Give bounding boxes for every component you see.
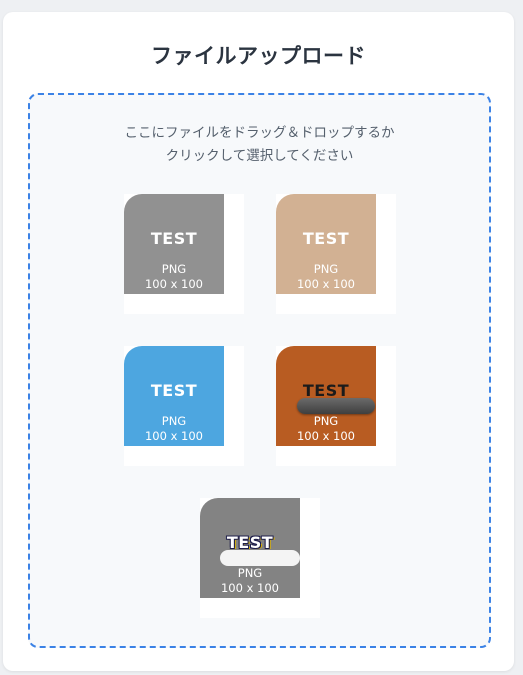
thumbnail-size: 100 x 100 [144,277,204,291]
overlay-pill [297,398,375,414]
thumbnail-size: 100 x 100 [296,429,356,443]
thumbnail-label: TEST [150,381,198,400]
thumbnail-image: TEST PNG 100 x 100 [124,194,224,294]
dropzone-instructions: ここにファイルをドラッグ＆ドロップするか クリックして選択してください [30,122,489,168]
file-thumbnail-3[interactable]: TEST PNG 100 x 100 [124,346,244,466]
thumbnail-format: PNG [313,262,339,276]
thumbnail-image: TEST PNG 100 x 100 [200,498,300,598]
file-thumbnail-2[interactable]: TEST PNG 100 x 100 [276,194,396,314]
file-thumbnail-5[interactable]: TEST PNG 100 x 100 [200,498,320,618]
file-thumbnail-4[interactable]: TEST PNG 100 x 100 [276,346,396,466]
thumbnail-image: TEST PNG 100 x 100 [276,194,376,294]
page-title: ファイルアップロード [151,44,366,68]
thumbnail-label: TEST [302,229,350,248]
thumbnail-image: TEST PNG 100 x 100 [276,346,376,446]
thumbnail-size: 100 x 100 [220,581,280,595]
thumbnail-format: PNG [161,414,187,428]
thumbnail-image: TEST PNG 100 x 100 [124,346,224,446]
thumbnail-size: 100 x 100 [296,277,356,291]
thumbnail-format: PNG [313,414,339,428]
upload-card: ファイルアップロード ここにファイルをドラッグ＆ドロップするか クリックして選択… [3,12,514,671]
file-dropzone[interactable]: ここにファイルをドラッグ＆ドロップするか クリックして選択してください TEST… [28,93,491,648]
instruction-line-2: クリックして選択してください [165,148,354,164]
thumbnail-label: TEST [150,229,198,248]
thumbnail-format: PNG [161,262,187,276]
instruction-line-1: ここにファイルをドラッグ＆ドロップするか [124,125,395,141]
thumbnail-format: PNG [237,566,263,580]
overlay-pill [220,550,300,566]
thumbnail-size: 100 x 100 [144,429,204,443]
file-thumbnail-1[interactable]: TEST PNG 100 x 100 [124,194,244,314]
